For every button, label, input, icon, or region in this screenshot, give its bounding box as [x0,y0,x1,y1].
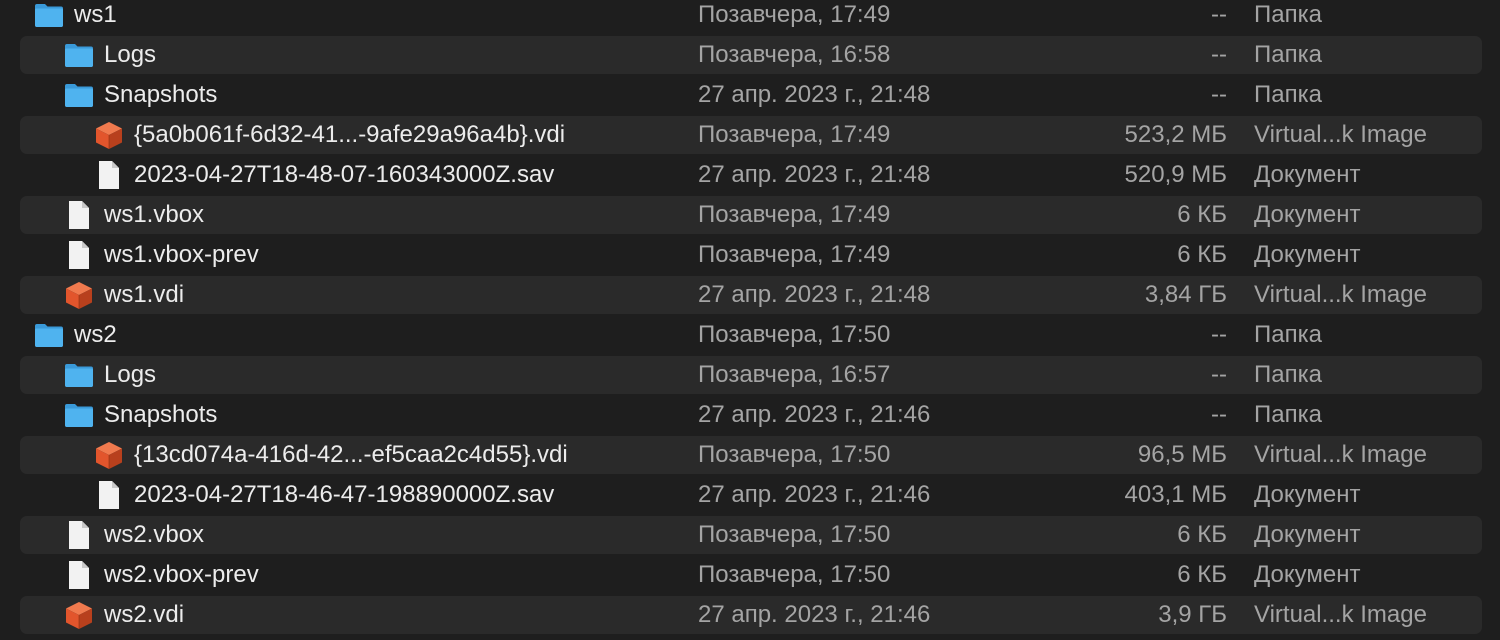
date-modified: Позавчера, 17:50 [698,561,891,588]
file-name: ws1.vdi [104,281,185,308]
file-name: ws2.vbox-prev [104,561,259,588]
file-kind: Документ [1254,201,1361,228]
file-name: ws2.vdi [104,601,185,628]
date-modified: Позавчера, 17:49 [698,1,891,28]
file-name: ws1 [74,1,117,28]
file-row[interactable]: ws1.vbox Позавчера, 17:49 6 КБ Документ [20,196,1482,234]
file-name: {5a0b061f-6d32-41...-9afe29a96a4b}.vdi [134,121,566,148]
file-name: {13cd074a-416d-42...-ef5caa2c4d55}.vdi [134,441,568,468]
date-modified: 27 апр. 2023 г., 21:48 [698,281,931,308]
folder-row[interactable]: Logs Позавчера, 16:58 -- Папка [20,36,1482,74]
file-row[interactable]: {5a0b061f-6d32-41...-9afe29a96a4b}.vdi По… [20,116,1482,154]
file-name: Logs [104,361,157,388]
file-size: 6 КБ [1177,561,1227,588]
date-modified: 27 апр. 2023 г., 21:46 [698,401,931,428]
file-kind: Virtual...k Image [1254,601,1427,628]
folder-row[interactable]: Snapshots 27 апр. 2023 г., 21:46 -- Папка [20,396,1482,434]
folder-icon [33,0,65,31]
file-size: 403,1 МБ [1124,481,1227,508]
file-row[interactable]: ws2.vdi 27 апр. 2023 г., 21:46 3,9 ГБ Virtu… [20,596,1482,634]
folder-icon [63,399,95,431]
date-modified: Позавчера, 17:49 [698,121,891,148]
file-size: 6 КБ [1177,201,1227,228]
folder-icon [63,39,95,71]
file-size: -- [1211,361,1227,388]
file-row[interactable]: ws1.vdi 27 апр. 2023 г., 21:48 3,84 ГБ Virt… [20,276,1482,314]
date-modified: 27 апр. 2023 г., 21:48 [698,81,931,108]
file-row[interactable]: ws2.vbox-prev Позавчера, 17:50 6 КБ Докумен… [20,556,1482,594]
file-size: 520,9 МБ [1124,161,1227,188]
date-modified: Позавчера, 16:58 [698,41,891,68]
document-icon [93,159,125,191]
file-kind: Папка [1254,321,1322,348]
file-kind: Документ [1254,561,1361,588]
file-size: 6 КБ [1177,521,1227,548]
vdi-cube-icon [63,599,95,631]
file-size: 3,84 ГБ [1144,281,1227,308]
file-kind: Virtual...k Image [1254,121,1427,148]
date-modified: 27 апр. 2023 г., 21:48 [698,161,931,188]
file-name: 2023-04-27T18-48-07-160343000Z.sav [134,161,555,188]
file-name: 2023-04-27T18-46-47-198890000Z.sav [134,481,555,508]
file-size: -- [1211,1,1227,28]
date-modified: Позавчера, 17:50 [698,521,891,548]
date-modified: Позавчера, 17:50 [698,321,891,348]
file-size: -- [1211,81,1227,108]
document-icon [63,239,95,271]
file-size: 96,5 МБ [1137,441,1227,468]
file-name: Snapshots [104,81,218,108]
file-list: ws1 Позавчера, 17:49 -- Папка Logs Позавчера,… [0,0,1500,640]
folder-icon [63,79,95,111]
file-size: -- [1211,321,1227,348]
folder-icon [33,319,65,351]
file-row[interactable]: 2023-04-27T18-46-47-198890000Z.sav 27 апр… [20,476,1482,514]
file-row[interactable]: ws1.vbox-prev Позавчера, 17:49 6 КБ Докумен… [20,236,1482,274]
file-kind: Папка [1254,1,1322,28]
document-icon [63,559,95,591]
file-kind: Документ [1254,481,1361,508]
file-size: -- [1211,401,1227,428]
document-icon [93,479,125,511]
file-kind: Документ [1254,241,1361,268]
file-kind: Документ [1254,521,1361,548]
vdi-cube-icon [93,119,125,151]
file-name: ws1.vbox-prev [104,241,259,268]
file-kind: Папка [1254,361,1322,388]
file-row[interactable]: ws2.vbox Позавчера, 17:50 6 КБ Документ [20,516,1482,554]
file-kind: Папка [1254,41,1322,68]
file-kind: Virtual...k Image [1254,441,1427,468]
vdi-cube-icon [93,439,125,471]
file-row[interactable]: {13cd074a-416d-42...-ef5caa2c4d55}.vdi По… [20,436,1482,474]
date-modified: 27 апр. 2023 г., 21:46 [698,601,931,628]
date-modified: 27 апр. 2023 г., 21:46 [698,481,931,508]
file-name: ws1.vbox [104,201,205,228]
file-size: 6 КБ [1177,241,1227,268]
file-size: 3,9 ГБ [1158,601,1227,628]
date-modified: Позавчера, 17:50 [698,441,891,468]
date-modified: Позавчера, 17:49 [698,201,891,228]
file-kind: Папка [1254,401,1322,428]
file-name: Logs [104,41,157,68]
file-name: ws2 [74,321,117,348]
file-kind: Virtual...k Image [1254,281,1427,308]
file-row[interactable]: 2023-04-27T18-48-07-160343000Z.sav 27 апр… [20,156,1482,194]
file-size: -- [1211,41,1227,68]
file-name: Snapshots [104,401,218,428]
folder-icon [63,359,95,391]
date-modified: Позавчера, 17:49 [698,241,891,268]
folder-row[interactable]: ws2 Позавчера, 17:50 -- Папка [20,316,1482,354]
file-size: 523,2 МБ [1124,121,1227,148]
document-icon [63,519,95,551]
folder-row[interactable]: Snapshots 27 апр. 2023 г., 21:48 -- Папка [20,76,1482,114]
document-icon [63,199,95,231]
folder-row[interactable]: Logs Позавчера, 16:57 -- Папка [20,356,1482,394]
date-modified: Позавчера, 16:57 [698,361,891,388]
folder-row[interactable]: ws1 Позавчера, 17:49 -- Папка [20,0,1482,34]
file-kind: Папка [1254,81,1322,108]
file-kind: Документ [1254,161,1361,188]
file-name: ws2.vbox [104,521,205,548]
vdi-cube-icon [63,279,95,311]
